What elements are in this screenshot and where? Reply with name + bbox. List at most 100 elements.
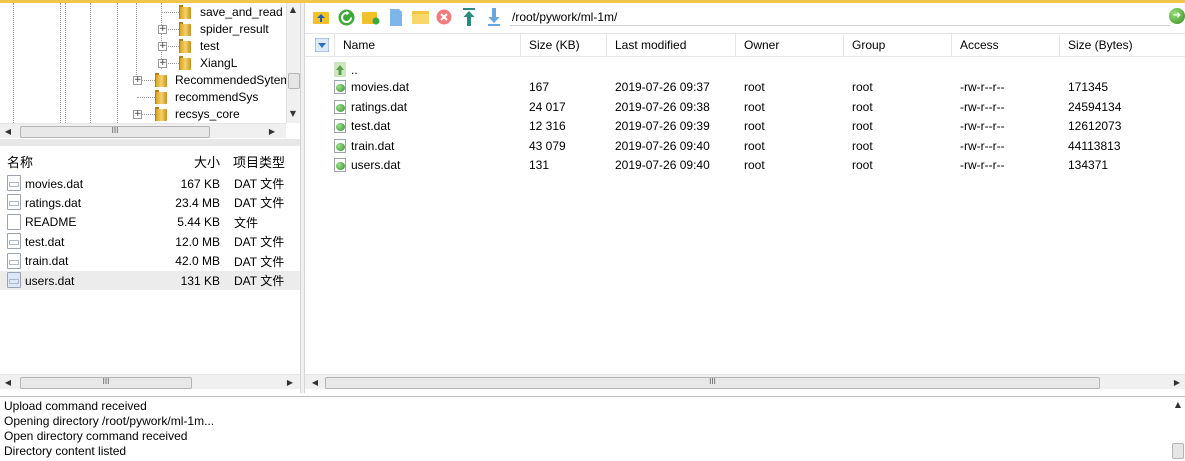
dat-file-icon	[334, 80, 346, 94]
dat-file-icon	[7, 252, 21, 269]
remote-file-row[interactable]: test.dat 12 316 2019-07-26 09:39 root root -r…	[305, 117, 1185, 136]
upload-icon[interactable]	[460, 8, 478, 26]
scroll-right-arrow-icon[interactable]: ▶	[266, 127, 278, 136]
expand-icon[interactable]: +	[133, 110, 142, 119]
log-vertical-scrollbar[interactable]: ▲	[1171, 397, 1185, 461]
folder-icon	[155, 73, 168, 88]
pane-splitter[interactable]	[0, 139, 300, 146]
scroll-left-arrow-icon[interactable]: ◀	[309, 378, 321, 387]
scroll-thumb[interactable]: III	[20, 126, 210, 138]
cell-size-bytes: 12612073	[1068, 119, 1122, 133]
new-file-icon[interactable]	[387, 8, 405, 26]
dat-file-icon	[334, 158, 346, 172]
file-name: test.dat	[25, 234, 65, 249]
cell-size-bytes: 44113813	[1068, 138, 1121, 153]
refresh-icon[interactable]	[337, 8, 355, 26]
tree-vertical-scrollbar[interactable]: ▲ ▼	[286, 3, 300, 123]
cell-size: 24 017	[529, 99, 566, 114]
remote-file-row[interactable]: users.dat 131 2019-07-26 09:40 root root -rw-…	[305, 156, 1185, 175]
tree-node-4[interactable]: + RecommendedSytem	[0, 72, 286, 89]
dat-file-icon	[7, 233, 21, 250]
file-type: DAT 文件	[234, 274, 285, 288]
column-header-type[interactable]: 项目类型	[233, 152, 285, 171]
back-folder-icon[interactable]	[312, 8, 330, 26]
local-file-row[interactable]: train.dat 42.0 MB DAT 文件	[0, 252, 300, 271]
local-file-row[interactable]: users.dat 131 KB DAT 文件	[0, 271, 300, 290]
download-icon[interactable]	[485, 8, 503, 26]
remote-file-row[interactable]: ratings.dat 24 017 2019-07-26 09:38 root roo…	[305, 98, 1185, 117]
file-type: DAT 文件	[234, 177, 285, 191]
file-name: train.dat	[25, 254, 69, 269]
dat-file-icon	[334, 119, 346, 133]
file-size: 12.0 MB	[175, 234, 220, 249]
log-line: Directory content listed	[4, 444, 127, 458]
open-folder-icon[interactable]	[411, 8, 429, 26]
scroll-thumb[interactable]: III	[20, 377, 192, 389]
remote-file-row[interactable]: movies.dat 167 2019-07-26 09:37 root root -rw…	[305, 78, 1185, 97]
column-header-name[interactable]: Name	[335, 34, 521, 57]
column-header-size-bytes[interactable]: Size (Bytes)	[1060, 34, 1185, 57]
cell-name: train.dat	[351, 138, 395, 153]
folder-icon	[179, 56, 192, 71]
tree-node-label: spider_result	[200, 22, 269, 36]
column-header-size[interactable]: 大小	[194, 152, 220, 171]
folder-icon	[179, 5, 192, 20]
new-folder-icon[interactable]	[362, 8, 380, 26]
cell-name: movies.dat	[351, 80, 410, 94]
scroll-down-arrow-icon[interactable]: ▼	[287, 109, 299, 118]
remote-path-input[interactable]: /root/pywork/ml-1m/	[510, 8, 1170, 26]
go-path-icon[interactable]: ➜	[1169, 8, 1185, 24]
scroll-thumb[interactable]: III	[325, 377, 1100, 389]
expand-icon[interactable]: +	[158, 42, 167, 51]
cell-size: 131	[529, 158, 550, 172]
column-header-access[interactable]: Access	[952, 34, 1060, 57]
tree-node-1[interactable]: + spider_result	[0, 21, 286, 38]
view-options-icon[interactable]	[305, 34, 335, 57]
tree-node-3[interactable]: + XiangL	[0, 55, 286, 72]
cell-access: -rw-r--r--	[960, 158, 1005, 172]
expand-icon[interactable]: +	[158, 59, 167, 68]
column-header-size-kb[interactable]: Size (KB)	[521, 34, 607, 57]
dat-file-icon	[7, 272, 21, 288]
tree-node-5[interactable]: recommendSys	[0, 89, 286, 106]
local-file-row[interactable]: README 5.44 KB 文件	[0, 213, 300, 232]
scroll-thumb[interactable]	[1172, 443, 1184, 459]
column-header-group[interactable]: Group	[844, 34, 952, 57]
tree-node-label: test	[200, 39, 220, 53]
tree-node-0[interactable]: save_and_read	[0, 4, 286, 21]
scroll-up-arrow-icon[interactable]: ▲	[1172, 400, 1184, 409]
scroll-left-arrow-icon[interactable]: ◀	[2, 127, 14, 136]
local-list-horizontal-scrollbar[interactable]: ◀ III ▶	[0, 374, 300, 389]
file-name: movies.dat	[25, 176, 84, 191]
local-file-row[interactable]: test.dat 12.0 MB DAT 文件	[0, 232, 300, 251]
scroll-right-arrow-icon[interactable]: ▶	[284, 378, 296, 387]
local-file-row[interactable]: movies.dat 167 KB DAT 文件	[0, 174, 300, 193]
tree-horizontal-scrollbar[interactable]: ◀ III ▶	[0, 123, 286, 138]
cell-size-bytes: 134371	[1068, 158, 1109, 172]
cell-access: -rw-r--r--	[960, 80, 1005, 94]
scroll-right-arrow-icon[interactable]: ▶	[1171, 378, 1183, 387]
folder-icon	[155, 107, 168, 122]
dat-file-icon	[334, 99, 346, 114]
cell-size: 12 316	[529, 119, 566, 133]
scroll-left-arrow-icon[interactable]: ◀	[2, 378, 14, 387]
cell-modified: 2019-07-26 09:40	[615, 138, 710, 153]
tree-node-6[interactable]: + recsys_core	[0, 106, 286, 123]
log-line: Open directory command received	[4, 429, 188, 443]
expand-icon[interactable]: +	[158, 25, 167, 34]
scroll-thumb[interactable]	[288, 73, 300, 89]
expand-icon[interactable]: +	[133, 76, 142, 85]
column-header-last-modified[interactable]: Last modified	[607, 34, 736, 57]
delete-icon[interactable]	[435, 8, 453, 26]
sftp-client-window: save_and_read + spider_result + test + XiangL +…	[0, 0, 1185, 461]
column-header-name[interactable]: 名称	[7, 152, 33, 171]
remote-horizontal-scrollbar[interactable]: ◀ III ▶	[305, 374, 1185, 389]
local-file-row[interactable]: ratings.dat 23.4 MB DAT 文件	[0, 193, 300, 212]
file-name: ratings.dat	[25, 195, 82, 210]
scroll-up-arrow-icon[interactable]: ▲	[287, 5, 299, 14]
remote-list-header: Name Size (KB) Last modified Owner Group…	[305, 33, 1185, 57]
column-header-owner[interactable]: Owner	[736, 34, 844, 57]
remote-toolbar: /root/pywork/ml-1m/ ➜	[305, 3, 1185, 31]
remote-file-row[interactable]: train.dat 43 079 2019-07-26 09:40 root root -…	[305, 137, 1185, 156]
tree-node-2[interactable]: + test	[0, 38, 286, 55]
